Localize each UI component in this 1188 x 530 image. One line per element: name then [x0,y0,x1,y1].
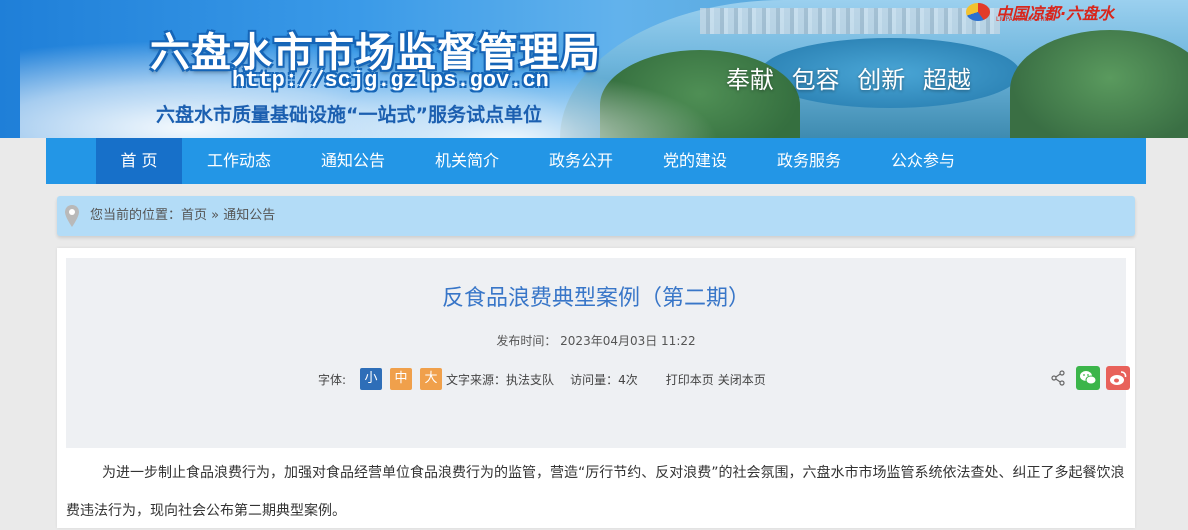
nav-item-party-building[interactable]: 党的建设 [638,138,752,184]
city-logo-tag: LIUPANSHUI CHINA [996,16,1053,23]
breadcrumb-separator: » [211,208,220,223]
nav-item-home[interactable]: 首 页 [96,138,182,184]
nav-item-gov-services[interactable]: 政务服务 [752,138,866,184]
font-size-label: 字体: [318,372,347,387]
nav-item-work-news[interactable]: 工作动态 [182,138,296,184]
wechat-icon[interactable] [1076,366,1100,390]
nav-item-notices[interactable]: 通知公告 [296,138,410,184]
share-icon[interactable] [1046,366,1070,390]
site-banner: 六盘水市市场监督管理局 http://scjg.gzlps.gov.cn 六盘水… [0,0,1188,138]
site-subtitle: 六盘水市质量基础设施“一站式”服务试点单位 [156,104,542,126]
nav-item-about[interactable]: 机关简介 [410,138,524,184]
article-source: 文字来源：执法支队 [446,372,555,387]
share-bar [1046,366,1130,390]
breadcrumb-prefix: 您当前的位置： [90,208,182,223]
banner-city-skyline [700,8,1000,34]
breadcrumb-current-link[interactable]: 通知公告 [223,208,275,223]
nav-item-public-participation[interactable]: 公众参与 [866,138,980,184]
location-pin-icon [64,204,80,232]
breadcrumb-home-link[interactable]: 首页 [181,208,207,223]
article-publish-time: 发布时间： 2023年04月03日 11:22 [496,334,696,348]
site-slogan: 奉献 包容 创新 超越 [726,66,971,94]
article-body-paragraph: 为进一步制止食品浪费行为，加强对食品经营单位食品浪费行为的监管，营造“厉行节约、… [66,465,1125,519]
nav-item-gov-affairs[interactable]: 政务公开 [524,138,638,184]
main-nav: 首 页 工作动态 通知公告 机关简介 政务公开 党的建设 政务服务 公众参与 [46,138,1146,184]
font-large-button[interactable]: 大 [420,368,443,390]
close-page-link[interactable]: 关闭本页 [718,371,766,388]
breadcrumb: 您当前的位置：首页 » 通知公告 [57,196,1135,236]
site-url: http://scjg.gzlps.gov.cn [232,68,549,93]
font-medium-button[interactable]: 中 [390,368,413,390]
print-page-link[interactable]: 打印本页 [666,371,714,388]
article-panel: 反食品浪费典型案例（第二期） 发布时间： 2023年04月03日 11:22 字… [57,248,1135,528]
font-small-button[interactable]: 小 [360,368,383,390]
weibo-icon[interactable] [1106,366,1130,390]
city-logo: 中国凉都·六盘水 LIUPANSHUI CHINA [966,0,1114,24]
article-meta: 字体: 小 中 大 文字来源：执法支队 访问量：4次 打印本页 关闭本页 [318,368,766,390]
article-title: 反食品浪费典型案例（第二期） [441,286,750,311]
article-visits: 访问量：4次 [570,372,638,387]
breadcrumb-trail: 您当前的位置：首页 » 通知公告 [90,196,275,236]
article-header: 反食品浪费典型案例（第二期） 发布时间： 2023年04月03日 11:22 字… [66,258,1130,448]
city-logo-mark-icon [966,3,990,21]
